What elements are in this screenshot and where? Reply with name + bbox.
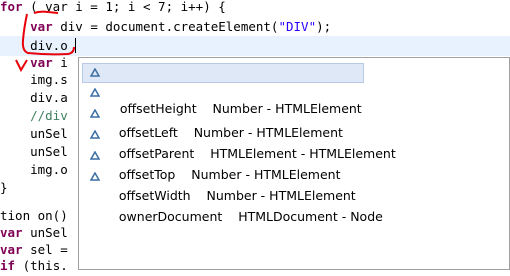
- autocomplete-item[interactable]: offsetLeft Number - HTMLElement: [82, 83, 343, 140]
- field-icon: [90, 109, 100, 118]
- field-icon: [90, 151, 100, 160]
- field-icon: [90, 68, 100, 77]
- autocomplete-item[interactable]: ownerDocument HTMLDocument - Node: [82, 167, 383, 224]
- autocomplete-item[interactable]: offsetParent HTMLElement - HTMLElement: [82, 104, 396, 161]
- field-icon: [90, 172, 100, 181]
- field-icon: [90, 130, 100, 139]
- field-icon: [90, 88, 100, 97]
- autocomplete-item[interactable]: offsetHeight Number - HTMLElement: [82, 63, 364, 116]
- autocomplete-item[interactable]: offsetTop Number - HTMLElement: [82, 125, 341, 182]
- autocomplete-item[interactable]: offsetWidth Number - HTMLElement: [82, 146, 356, 203]
- autocomplete-popup[interactable]: offsetHeight Number - HTMLElement offset…: [78, 57, 510, 270]
